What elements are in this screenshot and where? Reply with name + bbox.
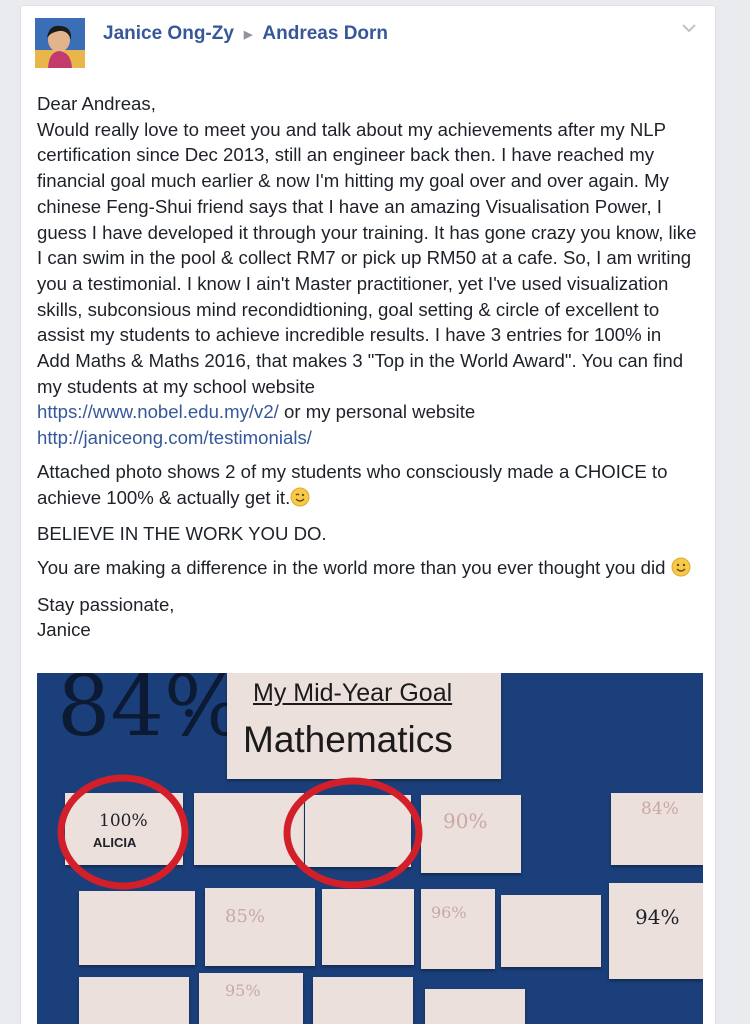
paragraph-believe: BELIEVE IN THE WORK YOU DO. bbox=[37, 523, 327, 545]
photo-circles bbox=[57, 709, 423, 890]
triangle-right-icon: ▶ bbox=[243, 28, 253, 41]
chevron-down-icon[interactable] bbox=[679, 20, 699, 36]
greeting: Dear Andreas, bbox=[37, 93, 156, 114]
post-header: Janice Ong-Zy ▶ Andreas Dorn bbox=[103, 22, 388, 46]
target-name[interactable]: Andreas Dorn bbox=[262, 23, 388, 45]
paragraph-main: Would really love to meet you and talk a… bbox=[37, 118, 697, 449]
signoff-line-1: Stay passionate, bbox=[37, 593, 175, 615]
smiling-face-icon bbox=[671, 557, 691, 584]
red-circle bbox=[57, 774, 189, 890]
post-body: Dear Andreas, Would really love to meet … bbox=[37, 91, 697, 643]
avatar-photo bbox=[35, 18, 85, 68]
post-card: Janice Ong-Zy ▶ Andreas Dorn Dear Andrea… bbox=[20, 5, 716, 1024]
red-circle bbox=[283, 777, 423, 889]
author-name[interactable]: Janice Ong-Zy bbox=[103, 23, 234, 45]
link-school-website[interactable]: https://www.nobel.edu.my/v2/ bbox=[37, 401, 279, 422]
winking-face-icon bbox=[290, 487, 310, 514]
signoff-line-2: Janice bbox=[37, 619, 91, 641]
link-personal-website[interactable]: http://janiceong.com/testimonials/ bbox=[37, 427, 312, 448]
paragraph-difference: You are making a difference in the world… bbox=[37, 555, 697, 584]
attached-photo[interactable]: 84% My Mid-Year Goal Mathematics 100% AL… bbox=[37, 673, 703, 1024]
avatar[interactable] bbox=[35, 18, 85, 68]
paragraph-photo: Attached photo shows 2 of my students wh… bbox=[37, 459, 697, 513]
